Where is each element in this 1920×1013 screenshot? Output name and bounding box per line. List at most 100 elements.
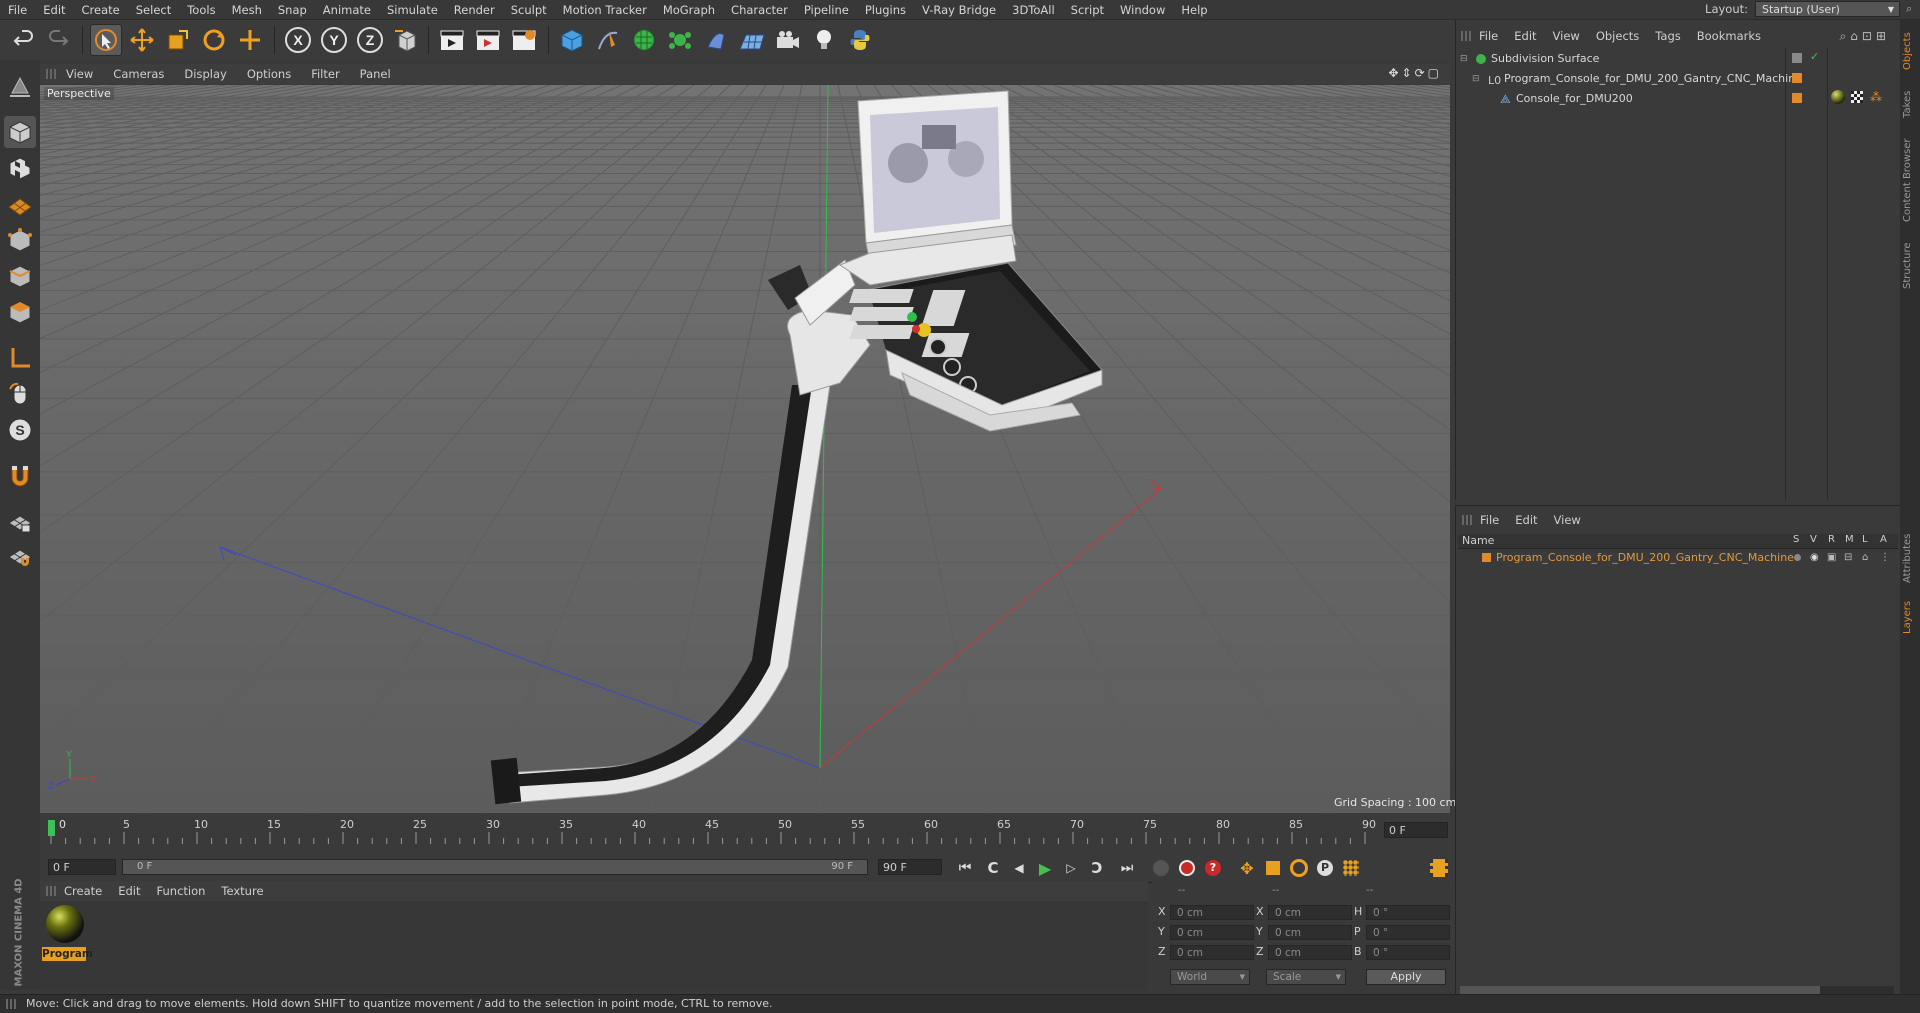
tab-attributes[interactable]: Attributes <box>1902 528 1918 588</box>
planar-workplane-button[interactable] <box>4 542 36 574</box>
polygons-mode-button[interactable] <box>4 296 36 328</box>
next-frame-button[interactable]: ▷ <box>1060 858 1082 878</box>
object-manager-tool-icons[interactable]: ⌕⌂⊡⊞ <box>1840 29 1890 44</box>
horizontal-scrollbar[interactable] <box>1460 986 1894 994</box>
phong-tag-icon[interactable]: ⁂ <box>1870 90 1884 104</box>
tab-objects[interactable]: Objects <box>1902 26 1918 76</box>
start-frame-field[interactable]: 0 F <box>48 859 116 875</box>
object-menu-edit[interactable]: Edit <box>1506 29 1544 43</box>
key-parameter-button[interactable]: P <box>1314 858 1336 878</box>
rot-p-field[interactable]: 0 ° <box>1366 925 1450 940</box>
previous-key-button[interactable]: C <box>982 858 1004 878</box>
apply-button[interactable]: Apply <box>1366 969 1446 985</box>
layer-color-swatch[interactable] <box>1792 73 1802 83</box>
playhead[interactable] <box>48 820 55 836</box>
layer-menu-edit[interactable]: Edit <box>1507 513 1545 527</box>
object-row[interactable]: ⊟ L0 Program_Console_for_DMU_200_Gantry_… <box>1458 70 1802 88</box>
layer-row[interactable]: Program_Console_for_DMU_200_Gantry_CNC_M… <box>1458 550 1898 566</box>
viewport-menu-filter[interactable]: Filter <box>301 67 349 81</box>
material-swatch[interactable]: Program <box>42 903 93 961</box>
y-axis-button[interactable]: Y <box>318 24 350 56</box>
timeline-window-button[interactable] <box>1428 858 1450 878</box>
object-menu-file[interactable]: File <box>1471 29 1506 43</box>
material-menu-edit[interactable]: Edit <box>110 884 148 898</box>
material-menu-create[interactable]: Create <box>56 884 110 898</box>
menu-script[interactable]: Script <box>1063 3 1112 17</box>
pos-z-field[interactable]: 0 cm <box>1170 945 1254 960</box>
tab-structure[interactable]: Structure <box>1902 236 1918 296</box>
move-tool-button[interactable] <box>126 24 158 56</box>
tab-layers[interactable]: Layers <box>1902 594 1918 640</box>
layer-menu-view[interactable]: View <box>1546 513 1589 527</box>
generator-button[interactable] <box>628 24 660 56</box>
camera-button[interactable] <box>772 24 804 56</box>
object-row[interactable]: ⟁ Console_for_DMU200 <box>1458 90 1785 108</box>
current-frame-field[interactable]: 0 F <box>1384 822 1448 838</box>
render-icon[interactable]: ▣ <box>1827 552 1836 563</box>
axis-mode-button[interactable] <box>4 342 36 374</box>
timeline-ruler[interactable]: 0 5 10 15 20 25 30 35 40 45 50 55 60 65 … <box>40 814 1450 852</box>
material-menu-function[interactable]: Function <box>149 884 214 898</box>
material-tag-icon[interactable] <box>1831 90 1845 104</box>
menu-3dtoall[interactable]: 3DToAll <box>1004 3 1063 17</box>
deformer-button[interactable] <box>700 24 732 56</box>
3d-viewport[interactable]: Y X Z <box>40 85 1450 813</box>
object-flags[interactable]: ✓ <box>1792 50 1822 65</box>
viewport-nav-icons[interactable]: ✥⇕⟳▢ <box>1388 66 1442 80</box>
texture-tag-icon[interactable] <box>1851 91 1863 103</box>
menu-motion-tracker[interactable]: Motion Tracker <box>555 3 655 17</box>
scale-tool-button[interactable] <box>162 24 194 56</box>
keyframe-selection-button[interactable] <box>1150 858 1172 878</box>
visible-eye-icon[interactable]: ◉ <box>1810 552 1819 563</box>
previous-frame-button[interactable]: ◀ <box>1008 858 1030 878</box>
mograph-cloner-button[interactable] <box>664 24 696 56</box>
menu-pipeline[interactable]: Pipeline <box>796 3 857 17</box>
tab-content-browser[interactable]: Content Browser <box>1902 132 1918 228</box>
size-y-field[interactable]: 0 cm <box>1268 925 1352 940</box>
object-menu-bookmarks[interactable]: Bookmarks <box>1689 29 1769 43</box>
menu-tools[interactable]: Tools <box>179 3 223 17</box>
redo-button[interactable] <box>42 24 74 56</box>
viewport-menu-display[interactable]: Display <box>174 67 236 81</box>
pen-spline-button[interactable] <box>592 24 624 56</box>
snap-button[interactable]: S <box>4 414 36 446</box>
menu-select[interactable]: Select <box>128 3 179 17</box>
viewport-menu-options[interactable]: Options <box>237 67 301 81</box>
render-picture-viewer-button[interactable] <box>472 24 504 56</box>
menu-snap[interactable]: Snap <box>270 3 315 17</box>
go-to-end-button[interactable]: ⏭ <box>1116 858 1138 878</box>
menu-edit[interactable]: Edit <box>35 3 73 17</box>
rotate-tool-button[interactable] <box>198 24 230 56</box>
viewport-menu-panel[interactable]: Panel <box>350 67 401 81</box>
live-selection-button[interactable] <box>90 24 122 56</box>
pos-x-field[interactable]: 0 cm <box>1170 905 1254 920</box>
magnet-button[interactable] <box>4 460 36 492</box>
menu-animate[interactable]: Animate <box>315 3 379 17</box>
key-rotation-button[interactable] <box>1288 858 1310 878</box>
end-frame-field[interactable]: 90 F <box>878 859 942 875</box>
x-axis-button[interactable]: X <box>282 24 314 56</box>
object-menu-objects[interactable]: Objects <box>1588 29 1647 43</box>
layer-color-swatch[interactable] <box>1792 93 1802 103</box>
menu-character[interactable]: Character <box>723 3 796 17</box>
layer-menu-file[interactable]: File <box>1472 513 1507 527</box>
object-menu-view[interactable]: View <box>1545 29 1588 43</box>
edges-mode-button[interactable] <box>4 260 36 292</box>
light-button[interactable] <box>808 24 840 56</box>
go-to-start-button[interactable]: ⏮ <box>954 858 976 878</box>
rot-h-field[interactable]: 0 ° <box>1366 905 1450 920</box>
menu-create[interactable]: Create <box>74 3 128 17</box>
coord-mode-dropdown[interactable]: World ▼ <box>1170 969 1250 985</box>
undo-button[interactable] <box>8 24 40 56</box>
coordinate-system-button[interactable] <box>390 24 422 56</box>
menu-simulate[interactable]: Simulate <box>379 3 446 17</box>
menu-sculpt[interactable]: Sculpt <box>503 3 555 17</box>
floor-button[interactable] <box>736 24 768 56</box>
render-settings-button[interactable] <box>508 24 540 56</box>
viewport-menu-view[interactable]: View <box>56 67 103 81</box>
viewport-menu-cameras[interactable]: Cameras <box>103 67 174 81</box>
key-pla-button[interactable] <box>1340 858 1362 878</box>
menu-mesh[interactable]: Mesh <box>224 3 270 17</box>
menu-mograph[interactable]: MoGraph <box>655 3 723 17</box>
pos-y-field[interactable]: 0 cm <box>1170 925 1254 940</box>
